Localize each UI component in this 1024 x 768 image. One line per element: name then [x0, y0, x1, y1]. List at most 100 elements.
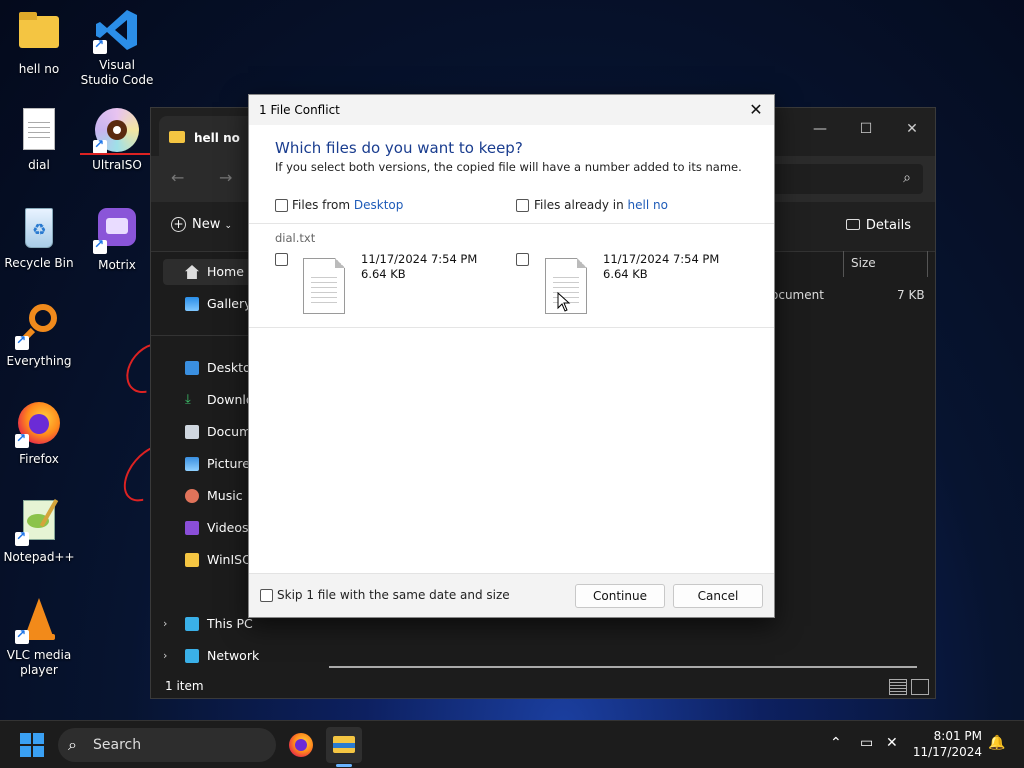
sidebar-item-label: Music	[207, 488, 243, 503]
horizontal-scrollbar[interactable]	[329, 666, 917, 668]
taskbar-firefox[interactable]	[283, 727, 319, 763]
desktop-icon-label: UltraISO	[92, 158, 142, 172]
download-icon: ⤓	[185, 392, 191, 407]
details-pane-icon	[845, 219, 860, 230]
sidebar-item-label: Network	[207, 648, 260, 663]
windows-start-icon[interactable]	[20, 733, 44, 757]
files-already-in-checkbox[interactable]	[516, 199, 529, 212]
sidebar-item-network[interactable]: › Network	[163, 643, 303, 669]
close-icon[interactable]: ✕	[744, 98, 768, 122]
motrix-icon	[93, 206, 141, 254]
explorer-search-input[interactable]: ⌕	[763, 164, 923, 194]
folder-icon	[169, 131, 185, 143]
left-file-date: 11/17/2024 7:54 PM	[361, 252, 478, 266]
desktop-icon-label: Motrix	[98, 258, 136, 272]
document-icon	[185, 425, 199, 439]
vlc-cone-icon	[15, 596, 63, 644]
vscode-icon	[93, 6, 141, 54]
dialog-divider	[249, 223, 774, 224]
details-view-icon[interactable]	[889, 679, 907, 695]
notification-bell-icon[interactable]: 🔔	[988, 735, 1005, 751]
column-header-size[interactable]: Size	[851, 256, 876, 270]
back-arrow-icon[interactable]: ←	[171, 168, 184, 187]
shortcut-arrow-icon	[93, 37, 107, 54]
cancel-button[interactable]: Cancel	[673, 584, 763, 608]
desktop-icon-everything[interactable]: Everything	[1, 302, 77, 369]
network-status-icon[interactable]: ▭	[860, 735, 873, 751]
desktop-icon-recycle-bin[interactable]: ♻ Recycle Bin	[1, 204, 77, 271]
taskbar-search-label: Search	[93, 737, 142, 753]
chevron-right-icon[interactable]: ›	[163, 643, 167, 669]
search-icon: ⌕	[903, 170, 911, 186]
volume-muted-icon[interactable]: ✕	[886, 735, 898, 751]
column-separator[interactable]	[843, 251, 844, 277]
desktop-icon-notepadpp[interactable]: Notepad++	[1, 498, 77, 565]
text-file-icon	[15, 106, 63, 154]
tiles-view-icon[interactable]	[911, 679, 929, 695]
taskbar-file-explorer[interactable]	[326, 727, 362, 767]
desktop-icon-firefox[interactable]: Firefox	[1, 400, 77, 467]
shortcut-arrow-icon	[15, 627, 29, 644]
forward-arrow-icon[interactable]: →	[219, 168, 232, 187]
desktop-icon-label: hell no	[18, 62, 60, 76]
taskbar-search-input[interactable]: ⌕ Search	[58, 728, 276, 762]
hell-no-link[interactable]: hell no	[628, 198, 668, 212]
disc-icon	[93, 106, 141, 154]
search-icon: ⌕	[68, 735, 77, 754]
mouse-pointer-icon	[557, 292, 571, 312]
maximize-button[interactable]: ☐	[843, 114, 889, 144]
skip-same-checkbox[interactable]	[260, 589, 273, 602]
column-separator[interactable]	[927, 251, 928, 277]
desktop-icon-label: VLC media player	[6, 648, 72, 677]
desktop-icon-label: dial	[28, 158, 50, 172]
desktop-icon-ultraiso[interactable]: UltraISO	[79, 106, 155, 173]
details-button[interactable]: Details	[845, 218, 911, 233]
plus-circle-icon: +	[171, 217, 186, 232]
dialog-subtext: If you select both versions, the copied …	[275, 160, 742, 174]
new-button[interactable]: + New ⌄	[171, 217, 232, 232]
minimize-button[interactable]: —	[797, 114, 843, 144]
sidebar-item-label: Home	[207, 264, 244, 279]
file-row-size: 7 KB	[897, 288, 925, 302]
sidebar-item-label: WinISO	[207, 552, 252, 567]
dialog-footer: Skip 1 file with the same date and size …	[249, 573, 774, 617]
skip-same-label[interactable]: Skip 1 file with the same date and size	[277, 588, 510, 602]
chevron-down-icon: ⌄	[224, 221, 233, 231]
desktop-icon-label: Everything	[6, 354, 72, 368]
sidebar-item-label: This PC	[207, 616, 253, 631]
files-from-desktop-checkbox[interactable]	[275, 199, 288, 212]
files-already-in-label[interactable]: Files already in hell no	[534, 198, 668, 212]
chevron-up-icon[interactable]: ⌃	[830, 735, 842, 751]
taskbar: ⌕ Search ⌃ ▭ ✕ 8:01 PM 11/17/2024 🔔	[0, 720, 1024, 768]
details-button-label: Details	[865, 218, 911, 233]
network-icon	[185, 649, 199, 663]
clock-date: 11/17/2024	[912, 745, 982, 759]
desktop-icon-vscode[interactable]: Visual Studio Code	[79, 6, 155, 88]
pictures-icon	[185, 457, 199, 471]
magnifier-icon	[15, 302, 63, 350]
right-file-checkbox[interactable]	[516, 253, 529, 266]
desktop-icon-label: Firefox	[19, 452, 59, 466]
text-file-icon[interactable]	[303, 258, 345, 314]
shortcut-arrow-icon	[15, 529, 29, 546]
right-file-size: 6.64 KB	[603, 267, 648, 281]
recycle-bin-icon: ♻	[15, 204, 63, 252]
right-file-date: 11/17/2024 7:54 PM	[603, 252, 720, 266]
dialog-heading: Which files do you want to keep?	[275, 139, 523, 157]
desktop-icon-label: Visual Studio Code	[80, 58, 154, 87]
close-button[interactable]: ✕	[889, 114, 935, 144]
taskbar-clock[interactable]: 8:01 PM 11/17/2024	[913, 728, 982, 760]
desktop-icon-hell-no[interactable]: hell no	[1, 10, 77, 77]
clock-time: 8:01 PM	[933, 729, 982, 743]
conflict-file-name: dial.txt	[275, 231, 316, 245]
left-file-size: 6.64 KB	[361, 267, 406, 281]
desktop-icon-motrix[interactable]: Motrix	[79, 206, 155, 273]
desktop-link[interactable]: Desktop	[354, 198, 404, 212]
continue-button[interactable]: Continue	[575, 584, 665, 608]
files-from-desktop-label[interactable]: Files from Desktop	[292, 198, 403, 212]
right-file-meta: 11/17/2024 7:54 PM 6.64 KB	[603, 252, 719, 282]
left-file-checkbox[interactable]	[275, 253, 288, 266]
desktop-icon-dial[interactable]: dial	[1, 106, 77, 173]
desktop-icon-vlc[interactable]: VLC media player	[1, 596, 77, 678]
chevron-right-icon[interactable]: ›	[163, 611, 167, 637]
